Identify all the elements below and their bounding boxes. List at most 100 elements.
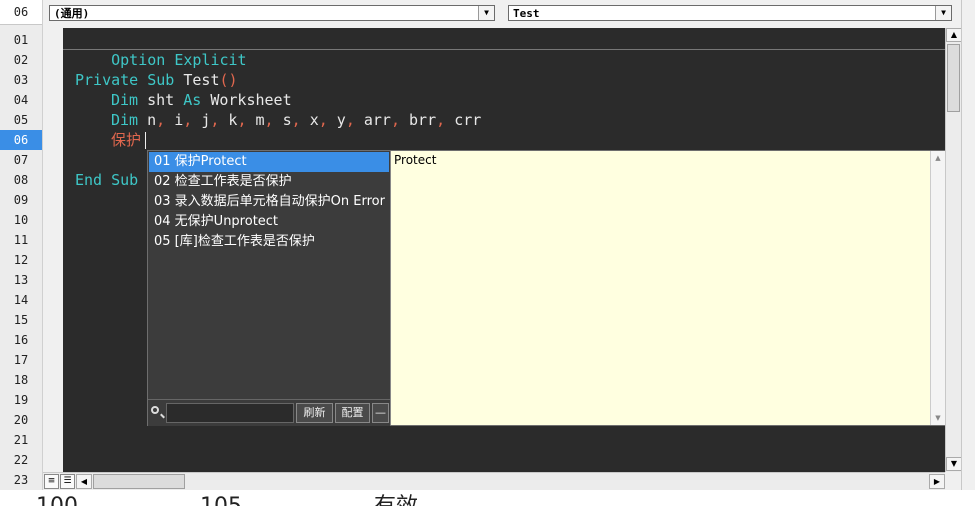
object-dropdown[interactable]: (通用) ▼ — [49, 5, 495, 21]
comma: , — [291, 111, 301, 129]
preview-scrollbar[interactable]: ▲ ▼ — [930, 151, 945, 425]
config-button[interactable]: 配置 — [335, 403, 370, 423]
line-number: 01 — [13, 33, 29, 47]
line-number: 02 — [13, 53, 29, 67]
line-number: 08 — [13, 173, 29, 187]
collapse-button[interactable]: — — [372, 403, 389, 423]
code-line-5: Dim n, i, j, k, m, s, x, y, arr, brr, cr… — [111, 110, 481, 130]
code-line-1: Option Explicit — [75, 30, 246, 69]
comma: , — [318, 111, 328, 129]
line-number: 20 — [13, 413, 29, 427]
snippet-item[interactable]: 04 无保护Unprotect — [149, 212, 389, 232]
variable-name: arr — [363, 111, 391, 129]
variable-name: sht — [147, 91, 175, 109]
line-number: 09 — [13, 193, 29, 207]
dim-keyword: Dim — [111, 111, 139, 129]
preview-text: Protect — [394, 153, 437, 167]
type-name: Worksheet — [210, 91, 292, 109]
variable-name: brr — [409, 111, 437, 129]
comma: , — [183, 111, 193, 129]
procedure-view-icon[interactable]: ≡ — [44, 474, 59, 489]
line-number: 11 — [13, 233, 29, 247]
code-line-6: 保护 — [111, 130, 147, 150]
chevron-down-icon[interactable]: ▼ — [935, 6, 951, 20]
line-number: 23 — [13, 473, 29, 487]
procedure-dropdown-value: Test — [513, 7, 540, 20]
snippet-item[interactable]: 01 保护Protect — [149, 152, 389, 172]
scrollbar-thumb[interactable] — [947, 44, 960, 112]
line-number: 21 — [13, 433, 29, 447]
line-number: 13 — [13, 273, 29, 287]
line-number: 10 — [13, 213, 29, 227]
refresh-button[interactable]: 刷新 — [296, 403, 333, 423]
snippet-preview: Protect — [390, 151, 931, 425]
variable-name: x — [309, 111, 319, 129]
variable-name: n — [147, 111, 157, 129]
line-number: 12 — [13, 253, 29, 267]
horizontal-scrollbar[interactable]: ≡ ☰ ◀ ▶ — [43, 472, 945, 491]
paren: () — [219, 71, 238, 89]
line-number: 07 — [13, 153, 29, 167]
snippet-item[interactable]: 03 录入数据后单元格自动保护On Error — [149, 192, 389, 212]
line-number: 14 — [13, 293, 29, 307]
vertical-scrollbar[interactable]: ▲ ▼ — [945, 28, 962, 472]
search-icon — [151, 406, 159, 414]
variable-name: i — [174, 111, 184, 129]
scroll-down-icon[interactable]: ▼ — [946, 457, 962, 471]
variable-name: y — [336, 111, 346, 129]
sub-keyword: Sub — [147, 71, 175, 89]
snippet-list[interactable]: 01 保护Protect 02 检查工作表是否保护 03 录入数据后单元格自动保护O… — [148, 151, 390, 399]
code-window-header: (通用) ▼ Test ▼ — [43, 0, 963, 28]
end-sub-statement: End Sub — [75, 171, 139, 189]
variable-name: crr — [454, 111, 482, 129]
declarations-separator — [63, 49, 945, 50]
text-caret — [145, 132, 147, 149]
cut-text-3: 有效 — [374, 496, 418, 506]
scroll-up-icon[interactable]: ▲ — [946, 28, 962, 42]
cut-text-2: 105 — [200, 496, 242, 506]
snippet-search-input[interactable] — [166, 403, 294, 423]
comma: , — [390, 111, 400, 129]
line-number: 05 — [13, 113, 29, 127]
snippet-toolbar: 刷新 配置 — — [148, 399, 390, 426]
scroll-left-icon[interactable]: ◀ — [76, 474, 92, 489]
code-line-3: Private Sub Test() — [75, 70, 238, 90]
full-module-view-icon[interactable]: ☰ — [60, 474, 75, 489]
snippet-item[interactable]: 02 检查工作表是否保护 — [149, 172, 389, 192]
code-line-4: Dim sht As Worksheet — [111, 90, 292, 110]
comma: , — [237, 111, 247, 129]
cut-text-1: 100 — [36, 496, 78, 506]
comma: , — [345, 111, 355, 129]
current-line-indicator: 06 — [0, 0, 42, 25]
line-number: 22 — [13, 453, 29, 467]
chevron-down-icon[interactable]: ▼ — [478, 6, 494, 20]
snippet-item[interactable]: 05 [库]检查工作表是否保护 — [149, 232, 389, 252]
variable-list: n, i, j, k, m, s, x, y, arr, brr, crr — [147, 111, 481, 129]
as-keyword: As — [183, 91, 202, 109]
variable-name: m — [255, 111, 265, 129]
line-number: 04 — [13, 93, 29, 107]
procedure-dropdown[interactable]: Test ▼ — [508, 5, 952, 21]
line-number: 15 — [13, 313, 29, 327]
scroll-right-icon[interactable]: ▶ — [929, 474, 945, 489]
background-sheet-strip: 100 105 有效 — [0, 490, 975, 506]
line-number: 17 — [13, 353, 29, 367]
line-number-gutter: 06 01 02 03 04 05 06 07 08 09 10 11 12 13 14 15 16 17 18 1… — [0, 0, 43, 490]
comma: , — [264, 111, 274, 129]
line-number: 16 — [13, 333, 29, 347]
line-number: 06 — [0, 130, 42, 150]
comma: , — [436, 111, 446, 129]
line-number: 03 — [13, 73, 29, 87]
scroll-down-icon[interactable]: ▼ — [931, 411, 945, 425]
hscrollbar-thumb[interactable] — [93, 474, 185, 489]
option-explicit-statement: Option Explicit — [111, 51, 247, 69]
dim-keyword: Dim — [111, 91, 139, 109]
scroll-up-icon[interactable]: ▲ — [931, 151, 945, 165]
editor-left-margin — [43, 28, 63, 472]
line-number: 18 — [13, 373, 29, 387]
variable-name: s — [282, 111, 292, 129]
window-edge — [961, 0, 975, 490]
variable-name: j — [201, 111, 211, 129]
line-number: 19 — [13, 393, 29, 407]
object-dropdown-value: (通用) — [54, 7, 90, 20]
